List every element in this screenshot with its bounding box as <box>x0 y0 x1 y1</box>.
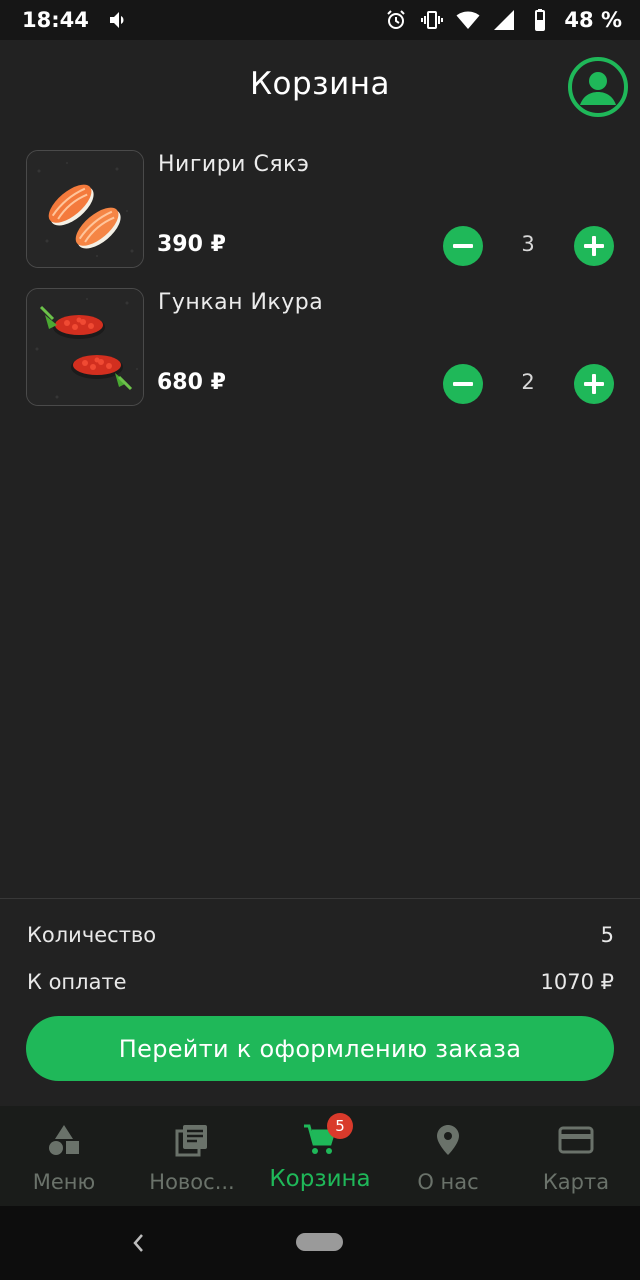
account-circle-icon <box>580 72 616 105</box>
nav-item-menu[interactable]: Меню <box>0 1106 128 1206</box>
page-title: Корзина <box>249 66 391 102</box>
newspaper-icon <box>174 1122 210 1158</box>
count-value: 5 <box>600 923 614 947</box>
status-bar: 18:44 48 % <box>0 0 640 40</box>
count-label: Количество <box>27 923 157 947</box>
home-button[interactable] <box>296 1233 343 1251</box>
credit-card-icon <box>558 1122 594 1158</box>
nav-item-cart[interactable]: 5 Корзина <box>256 1106 384 1206</box>
summary-total-row: К оплате 1070 ₽ <box>27 970 614 994</box>
battery-percent: 48 % <box>564 8 622 32</box>
vibrate-icon <box>421 11 444 29</box>
nigiri-salmon-image <box>26 150 144 268</box>
battery-icon <box>535 9 546 31</box>
order-summary: Количество 5 К оплате 1070 ₽ Перейти к о… <box>0 898 640 1106</box>
item-price: 680 ₽ <box>157 370 226 395</box>
gunkan-ikura-image <box>26 288 144 406</box>
volume-icon <box>109 12 124 28</box>
profile-button[interactable] <box>568 57 628 117</box>
decrease-quantity-button[interactable] <box>443 226 483 266</box>
cart-count-badge: 5 <box>327 1113 353 1139</box>
shapes-icon <box>46 1122 82 1158</box>
increase-quantity-button[interactable] <box>574 226 614 266</box>
item-quantity: 2 <box>521 370 535 394</box>
total-value: 1070 ₽ <box>540 970 614 994</box>
status-time: 18:44 <box>22 8 89 32</box>
nav-label: Корзина <box>269 1166 371 1192</box>
bottom-nav: Меню Новос... 5 Корзина О нас Карта <box>0 1106 640 1206</box>
nav-label: Новос... <box>149 1170 235 1194</box>
header: Корзина <box>0 40 640 132</box>
increase-quantity-button[interactable] <box>574 364 614 404</box>
item-name: Гункан Икура <box>158 290 324 315</box>
wifi-icon <box>456 11 480 29</box>
summary-count-row: Количество 5 <box>27 923 614 947</box>
item-price: 390 ₽ <box>157 232 226 257</box>
cart-item: Нигири Сякэ 390 ₽ 3 <box>26 150 616 268</box>
nav-item-about[interactable]: О нас <box>384 1106 512 1206</box>
nav-label: О нас <box>417 1170 479 1194</box>
item-name: Нигири Сякэ <box>158 152 310 177</box>
alarm-icon <box>387 10 406 29</box>
item-quantity: 3 <box>521 232 535 256</box>
system-nav-bar <box>0 1206 640 1280</box>
location-pin-icon <box>430 1122 466 1158</box>
nav-label: Карта <box>542 1170 610 1194</box>
checkout-button[interactable]: Перейти к оформлению заказа <box>26 1016 614 1081</box>
nav-item-news[interactable]: Новос... <box>128 1106 256 1206</box>
cart-item: Гункан Икура 680 ₽ 2 <box>26 288 616 406</box>
back-icon[interactable] <box>128 1230 148 1256</box>
signal-icon <box>494 10 515 30</box>
nav-label: Меню <box>32 1170 96 1194</box>
decrease-quantity-button[interactable] <box>443 364 483 404</box>
nav-item-card[interactable]: Карта <box>512 1106 640 1206</box>
status-icons: 48 % <box>384 8 622 32</box>
total-label: К оплате <box>27 970 127 994</box>
